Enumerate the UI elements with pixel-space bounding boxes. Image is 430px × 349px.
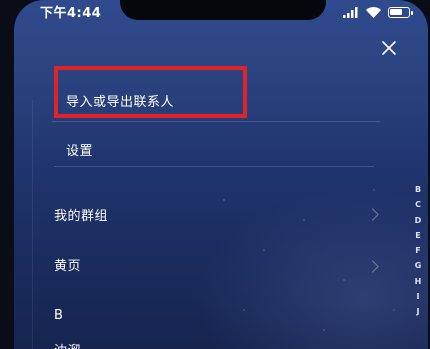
menu-divider [54,166,374,167]
display-notch [120,0,326,20]
signal-icon [343,3,359,22]
section-header-b: B [54,308,64,323]
index-letter[interactable]: F [415,243,420,258]
list-item-yellow-pages[interactable]: 黄页 [54,255,81,274]
drawer-edge [32,100,33,349]
contact-list-item[interactable]: 沈溜 [54,340,81,349]
alphabet-index[interactable]: B C D E F G H I J [412,182,424,320]
index-letter[interactable]: H [415,274,422,289]
list-item-my-groups[interactable]: 我的群组 [54,205,108,224]
index-letter[interactable]: D [415,213,422,228]
status-time: 下午4:44 [40,6,102,21]
wifi-icon [366,3,381,22]
starfield-background [204,170,414,349]
close-icon [382,41,396,55]
index-letter[interactable]: C [415,197,421,212]
status-icons [343,3,413,22]
battery-icon [388,7,413,18]
index-letter[interactable]: G [415,258,422,273]
highlight-box [54,66,247,118]
phone-screen: 下午4:44 导入或导出联系人 设置 我的群组 黄页 B 沈溜 [14,0,428,349]
index-letter[interactable]: I [417,289,420,304]
menu-item-settings[interactable]: 设置 [66,140,93,159]
close-button[interactable] [380,39,398,57]
index-letter[interactable]: J [417,304,420,319]
index-letter[interactable]: B [415,182,421,197]
index-letter[interactable]: E [415,228,420,243]
menu-divider [52,121,380,122]
